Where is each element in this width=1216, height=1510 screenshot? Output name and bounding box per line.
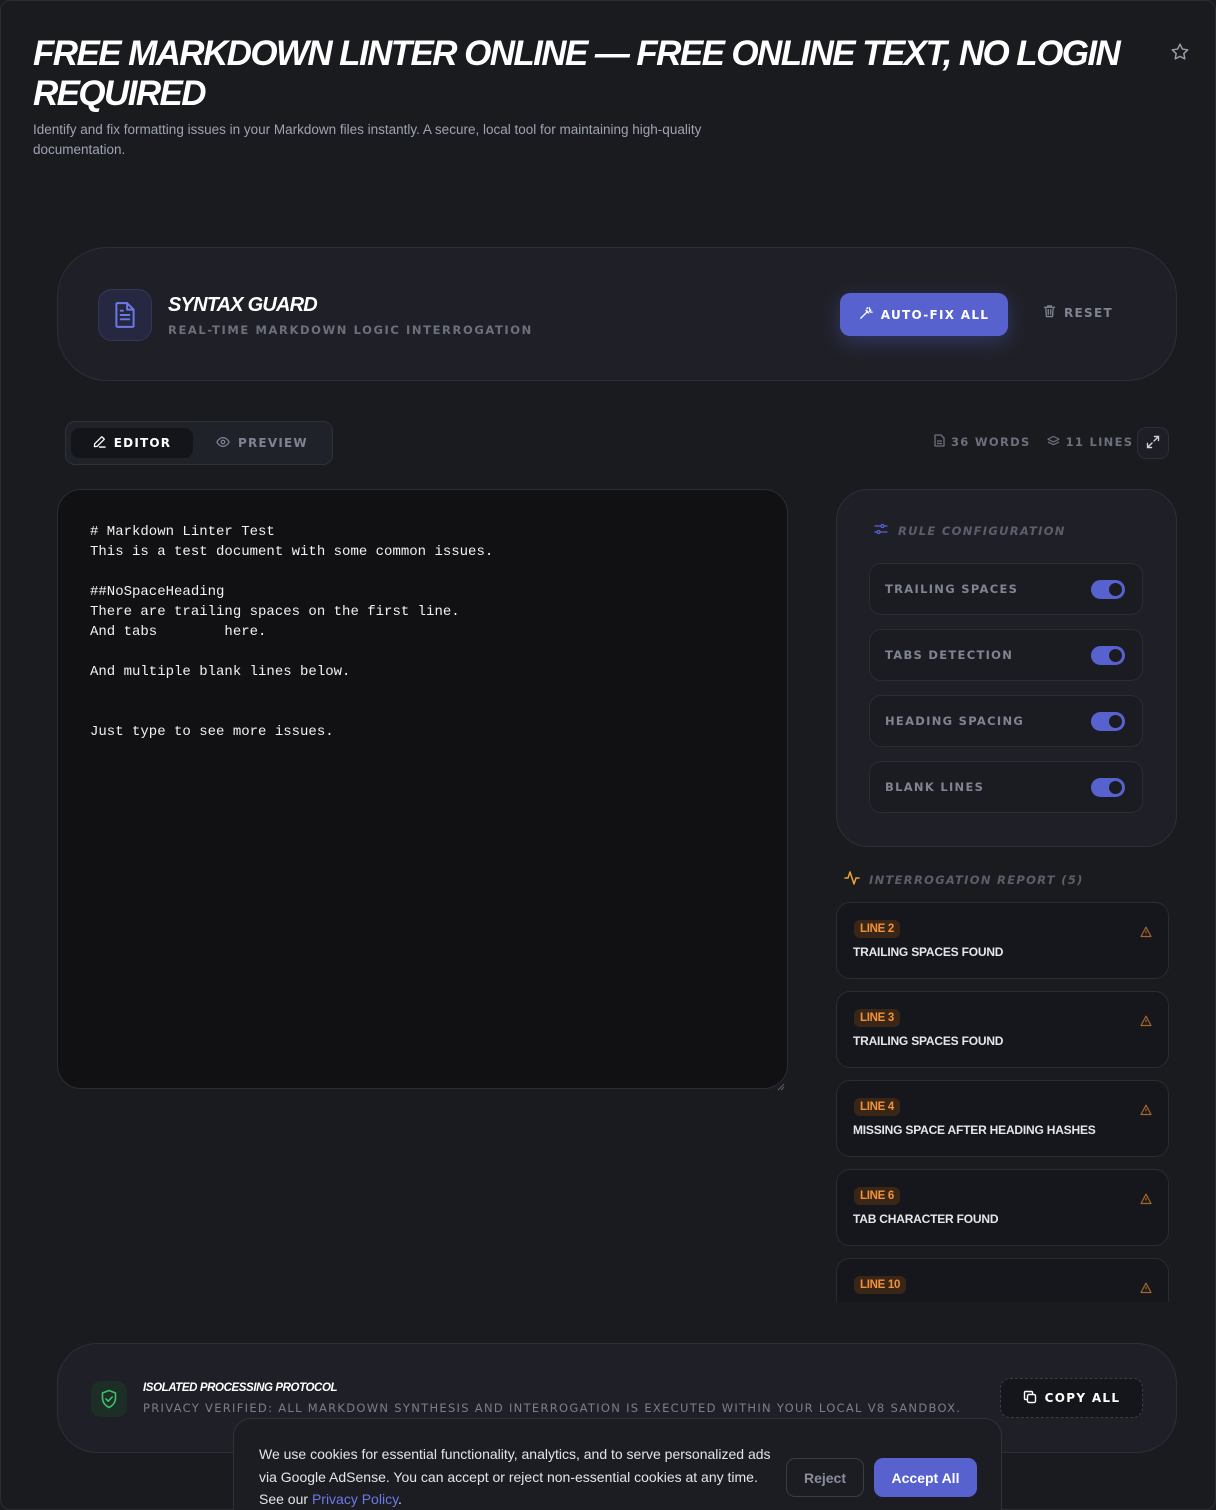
document-stats: 36 WORDS 11 LINES xyxy=(934,434,1133,450)
expand-icon xyxy=(1146,434,1160,453)
auto-fix-all-label: AUTO-FIX ALL xyxy=(880,307,990,322)
tool-subtitle: REAL-TIME MARKDOWN LOGIC INTERROGATION xyxy=(168,323,533,337)
shield-icon xyxy=(91,1381,127,1417)
reset-button[interactable]: RESET xyxy=(1043,304,1113,321)
toggle-knob xyxy=(1109,649,1122,662)
resize-handle-icon[interactable] xyxy=(775,1076,785,1091)
sliders-icon xyxy=(874,522,888,539)
issue-item[interactable]: LINE 3 TRAILING SPACES FOUND xyxy=(836,991,1169,1068)
warning-icon xyxy=(1140,923,1153,938)
tabs-detection-toggle[interactable] xyxy=(1091,646,1125,665)
warning-icon xyxy=(1140,1279,1153,1294)
rule-label: TABS DETECTION xyxy=(885,648,1014,662)
tab-preview[interactable]: PREVIEW xyxy=(216,428,308,458)
issue-message: TRAILING SPACES FOUND xyxy=(853,945,1004,959)
issue-message: MISSING SPACE AFTER HEADING HASHES xyxy=(853,1123,1096,1137)
cookie-message: We use cookies for essential functionali… xyxy=(259,1443,779,1510)
tool-header-card: SYNTAX GUARD REAL-TIME MARKDOWN LOGIC IN… xyxy=(57,247,1177,381)
editor-content[interactable]: # Markdown Linter Test This is a test do… xyxy=(90,522,755,742)
rule-configuration-title: RULE CONFIGURATION xyxy=(898,523,1066,538)
issue-message: TAB CHARACTER FOUND xyxy=(853,1212,999,1226)
copy-icon xyxy=(1023,1390,1037,1407)
fullscreen-button[interactable] xyxy=(1137,427,1169,459)
tool-title: SYNTAX GUARD xyxy=(168,294,318,316)
magic-wand-icon xyxy=(859,306,873,323)
word-count: 36 WORDS xyxy=(934,434,1031,450)
warning-icon xyxy=(1140,1190,1153,1205)
reject-cookies-button[interactable]: Reject xyxy=(786,1458,864,1497)
issue-line-badge: LINE 3 xyxy=(854,1009,900,1027)
warning-icon xyxy=(1140,1101,1153,1116)
file-icon xyxy=(934,434,945,450)
copy-all-button[interactable]: COPY ALL xyxy=(1000,1378,1143,1418)
privacy-title: ISOLATED PROCESSING PROTOCOL xyxy=(143,1382,338,1394)
rule-heading-spacing: HEADING SPACING xyxy=(869,695,1143,747)
interrogation-report-title: INTERROGATION REPORT (5) xyxy=(869,872,1084,887)
markdown-editor[interactable]: # Markdown Linter Test This is a test do… xyxy=(57,489,788,1091)
auto-fix-all-button[interactable]: AUTO-FIX ALL xyxy=(840,293,1008,336)
reset-label: RESET xyxy=(1064,305,1113,320)
heading-spacing-toggle[interactable] xyxy=(1091,712,1125,731)
toggle-knob xyxy=(1109,781,1122,794)
view-tabs: EDITOR PREVIEW xyxy=(65,421,333,465)
word-count-label: 36 WORDS xyxy=(951,435,1031,449)
privacy-policy-link[interactable]: Privacy Policy xyxy=(312,1491,398,1507)
rule-label: BLANK LINES xyxy=(885,780,985,794)
issue-item[interactable]: LINE 10 xyxy=(836,1258,1169,1302)
page-title: FREE MARKDOWN LINTER ONLINE — FREE ONLIN… xyxy=(33,34,1121,113)
interrogation-report-heading: INTERROGATION REPORT (5) xyxy=(844,870,1084,889)
privacy-subtitle: PRIVACY VERIFIED: ALL MARKDOWN SYNTHESIS… xyxy=(143,1401,962,1415)
trash-icon xyxy=(1043,304,1056,321)
issue-line-badge: LINE 4 xyxy=(854,1098,900,1116)
rule-trailing-spaces: TRAILING SPACES xyxy=(869,563,1143,615)
eye-icon xyxy=(216,436,230,451)
pencil-icon xyxy=(93,435,106,451)
toggle-knob xyxy=(1109,583,1122,596)
cookie-message-end: . xyxy=(398,1491,402,1507)
copy-all-label: COPY ALL xyxy=(1044,1391,1121,1405)
accept-all-cookies-button[interactable]: Accept All xyxy=(874,1458,977,1497)
line-count-label: 11 LINES xyxy=(1065,435,1134,449)
warning-icon xyxy=(1140,1012,1153,1027)
document-icon xyxy=(98,289,152,341)
issue-line-badge: LINE 2 xyxy=(854,920,900,938)
issue-line-badge: LINE 6 xyxy=(854,1187,900,1205)
line-count: 11 LINES xyxy=(1046,435,1134,450)
issue-item[interactable]: LINE 6 TAB CHARACTER FOUND xyxy=(836,1169,1169,1246)
activity-icon xyxy=(844,870,860,889)
page-subtitle: Identify and fix formatting issues in yo… xyxy=(33,122,702,157)
rule-label: HEADING SPACING xyxy=(885,714,1025,728)
rule-tabs-detection: TABS DETECTION xyxy=(869,629,1143,681)
issue-list[interactable]: LINE 2 TRAILING SPACES FOUND LINE 3 TRAI… xyxy=(836,902,1170,1302)
layers-icon xyxy=(1046,435,1060,450)
issue-message: TRAILING SPACES FOUND xyxy=(853,1034,1004,1048)
rule-configuration-heading: RULE CONFIGURATION xyxy=(874,522,1066,539)
rule-configuration-panel: RULE CONFIGURATION TRAILING SPACES TABS … xyxy=(836,489,1177,847)
rule-blank-lines: BLANK LINES xyxy=(869,761,1143,813)
trailing-spaces-toggle[interactable] xyxy=(1091,580,1125,599)
rule-label: TRAILING SPACES xyxy=(885,582,1019,596)
tab-editor-label: EDITOR xyxy=(113,436,172,450)
toggle-knob xyxy=(1109,715,1122,728)
star-icon[interactable] xyxy=(1169,41,1193,65)
issue-line-badge: LINE 10 xyxy=(854,1276,907,1294)
issue-item[interactable]: LINE 2 TRAILING SPACES FOUND xyxy=(836,902,1169,979)
issue-item[interactable]: LINE 4 MISSING SPACE AFTER HEADING HASHE… xyxy=(836,1080,1169,1157)
blank-lines-toggle[interactable] xyxy=(1091,778,1125,797)
tab-editor[interactable]: EDITOR xyxy=(71,428,193,458)
tab-preview-label: PREVIEW xyxy=(238,436,308,450)
cookie-consent-banner: We use cookies for essential functionali… xyxy=(233,1418,1002,1510)
